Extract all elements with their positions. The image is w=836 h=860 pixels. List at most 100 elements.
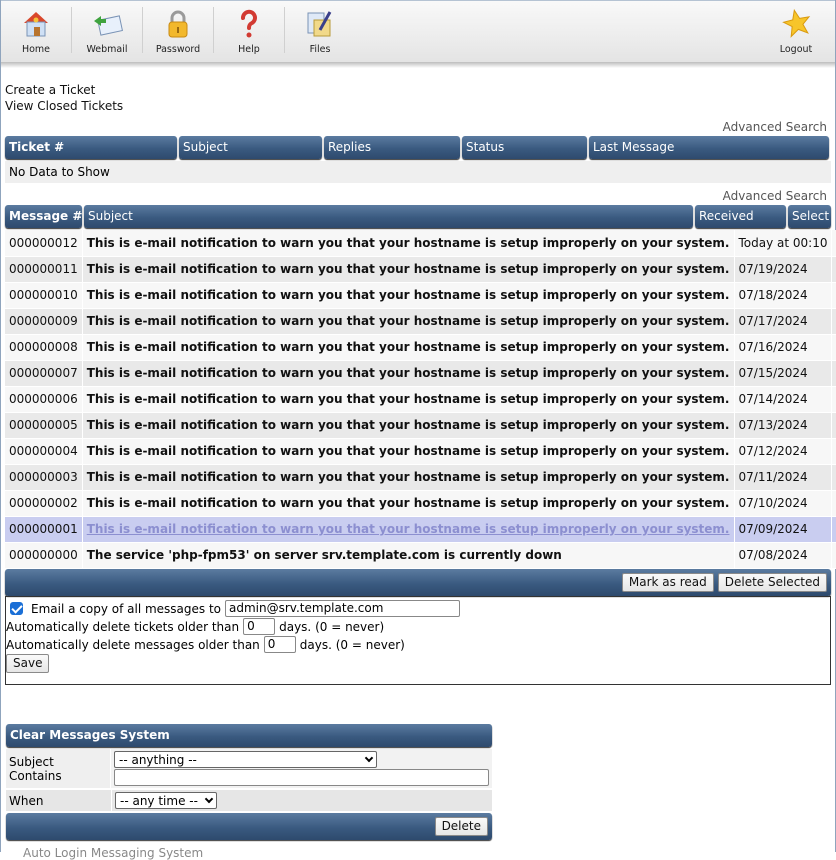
- star-icon: [779, 7, 813, 41]
- chevron-down-icon: [364, 753, 374, 762]
- chevron-down-icon: [204, 794, 214, 803]
- col-message-number[interactable]: Message #: [5, 205, 82, 228]
- message-row[interactable]: 000000012 This is e-mail notification to …: [5, 230, 836, 257]
- col-ticket-status[interactable]: Status: [462, 136, 587, 159]
- nav-home[interactable]: Home: [1, 1, 71, 61]
- delete-messages-days-input[interactable]: 0: [263, 636, 296, 653]
- message-number: 000000002: [5, 490, 83, 517]
- home-icon: [19, 7, 53, 41]
- message-subject-link[interactable]: This is e-mail notification to warn you …: [82, 282, 735, 309]
- message-row[interactable]: 000000007 This is e-mail notification to …: [5, 360, 836, 387]
- nav-files[interactable]: Files: [285, 1, 355, 61]
- message-select-cell: [831, 438, 836, 465]
- message-row[interactable]: 000000004 This is e-mail notification to …: [5, 438, 836, 465]
- save-settings-button[interactable]: Save: [6, 654, 50, 673]
- message-row[interactable]: 000000002 This is e-mail notification to …: [5, 490, 836, 517]
- messages-action-bar: Mark as read Delete Selected: [5, 568, 831, 596]
- email-copy-label: Email a copy of all messages to: [31, 601, 222, 616]
- create-ticket-link[interactable]: Create a Ticket: [5, 82, 835, 98]
- tickets-header-row: Ticket # Subject Replies Status Last Mes…: [1, 136, 835, 159]
- nav-help[interactable]: Help: [214, 1, 284, 61]
- message-row[interactable]: 000000010 This is e-mail notification to …: [5, 282, 836, 309]
- message-row[interactable]: 000000011 This is e-mail notification to …: [5, 256, 836, 283]
- message-number: 000000000: [5, 542, 83, 569]
- clear-messages-delete-button[interactable]: Delete: [434, 817, 488, 836]
- message-number: 000000006: [5, 386, 83, 413]
- tickets-empty-text: No Data to Show: [5, 161, 831, 183]
- message-received: 07/18/2024: [734, 282, 833, 309]
- message-subject-link[interactable]: This is e-mail notification to warn you …: [82, 464, 735, 491]
- messages-advanced-search-link[interactable]: Advanced Search: [1, 187, 835, 205]
- message-number: 000000008: [5, 334, 83, 361]
- message-subject-link[interactable]: This is e-mail notification to warn you …: [82, 360, 735, 387]
- top-nav: Home Webmail Password Help Files Logout: [1, 0, 835, 68]
- message-received: 07/15/2024: [734, 360, 833, 387]
- message-select-cell: [831, 516, 836, 543]
- message-row[interactable]: 000000005 This is e-mail notification to …: [5, 412, 836, 439]
- message-select-cell: [831, 334, 836, 361]
- message-subject-link[interactable]: This is e-mail notification to warn you …: [82, 386, 735, 413]
- message-select-cell: [831, 542, 836, 569]
- view-closed-tickets-link[interactable]: View Closed Tickets: [5, 98, 835, 114]
- message-number: 000000011: [5, 256, 83, 283]
- email-copy-checkbox[interactable]: [10, 602, 23, 615]
- message-select-cell: [831, 412, 836, 439]
- message-subject-link[interactable]: This is e-mail notification to warn you …: [82, 334, 735, 361]
- message-row[interactable]: 000000001 This is e-mail notification to …: [5, 516, 836, 543]
- message-subject-link[interactable]: This is e-mail notification to warn you …: [82, 516, 735, 543]
- message-number: 000000004: [5, 438, 83, 465]
- nav-logout[interactable]: Logout: [761, 1, 831, 61]
- message-subject-link[interactable]: This is e-mail notification to warn you …: [82, 490, 735, 517]
- mark-as-read-button[interactable]: Mark as read: [621, 572, 714, 592]
- message-number: 000000005: [5, 412, 83, 439]
- delete-selected-button[interactable]: Delete Selected: [717, 572, 827, 592]
- nav-files-label: Files: [309, 44, 331, 55]
- nav-webmail[interactable]: Webmail: [72, 1, 142, 61]
- message-row[interactable]: 000000008 This is e-mail notification to …: [5, 334, 836, 361]
- message-row[interactable]: 000000006 This is e-mail notification to …: [5, 386, 836, 413]
- col-ticket-number[interactable]: Ticket #: [5, 136, 177, 159]
- message-subject-link[interactable]: This is e-mail notification to warn you …: [82, 308, 735, 335]
- col-message-select[interactable]: Select: [788, 205, 831, 228]
- settings-panel: Email a copy of all messages to admin@sr…: [5, 595, 831, 685]
- message-row[interactable]: 000000009 This is e-mail notification to …: [5, 308, 836, 335]
- nav-webmail-label: Webmail: [86, 44, 128, 55]
- subject-contains-label: Subject Contains: [6, 749, 111, 788]
- message-row[interactable]: 000000000 The service 'php-fpm53' on serv…: [5, 542, 836, 569]
- message-number: 000000009: [5, 308, 83, 335]
- col-ticket-replies[interactable]: Replies: [324, 136, 460, 159]
- tickets-advanced-search-link[interactable]: Advanced Search: [1, 118, 835, 136]
- message-select-cell: [831, 256, 836, 283]
- message-subject-link[interactable]: This is e-mail notification to warn you …: [82, 438, 735, 465]
- email-copy-input[interactable]: admin@srv.template.com: [225, 600, 461, 617]
- message-subject-link[interactable]: This is e-mail notification to warn you …: [82, 256, 735, 283]
- delete-tickets-suffix: days. (0 = never): [279, 619, 385, 634]
- col-message-received[interactable]: Received: [695, 205, 786, 228]
- message-subject-link[interactable]: This is e-mail notification to warn you …: [82, 412, 735, 439]
- subject-contains-input[interactable]: [114, 769, 489, 786]
- message-number: 000000001: [5, 516, 83, 543]
- subject-contains-row: Subject Contains -- anything --: [6, 749, 492, 790]
- when-select[interactable]: -- any time --: [115, 792, 217, 809]
- message-subject-link[interactable]: This is e-mail notification to warn you …: [82, 230, 735, 257]
- message-number: 000000012: [5, 230, 83, 257]
- col-message-subject[interactable]: Subject: [84, 205, 693, 228]
- subject-match-select[interactable]: -- anything --: [114, 751, 377, 768]
- subject-match-value: -- anything --: [119, 752, 197, 767]
- message-received: 07/12/2024: [734, 438, 833, 465]
- delete-tickets-days-input[interactable]: 0: [243, 618, 276, 635]
- webmail-icon: [90, 7, 124, 41]
- col-ticket-last-message[interactable]: Last Message: [589, 136, 829, 159]
- message-select-cell: [831, 464, 836, 491]
- clear-messages-title: Clear Messages System: [6, 724, 492, 747]
- nav-home-label: Home: [21, 44, 51, 55]
- message-received: 07/16/2024: [734, 334, 833, 361]
- message-row[interactable]: 000000003 This is e-mail notification to …: [5, 464, 836, 491]
- nav-logout-label: Logout: [779, 44, 813, 55]
- message-subject-link[interactable]: The service 'php-fpm53' on server srv.te…: [82, 542, 735, 569]
- message-received: 07/10/2024: [734, 490, 833, 517]
- col-ticket-subject[interactable]: Subject: [179, 136, 322, 159]
- nav-password[interactable]: Password: [143, 1, 213, 61]
- lock-icon: [161, 7, 195, 41]
- when-value: -- any time --: [120, 793, 198, 808]
